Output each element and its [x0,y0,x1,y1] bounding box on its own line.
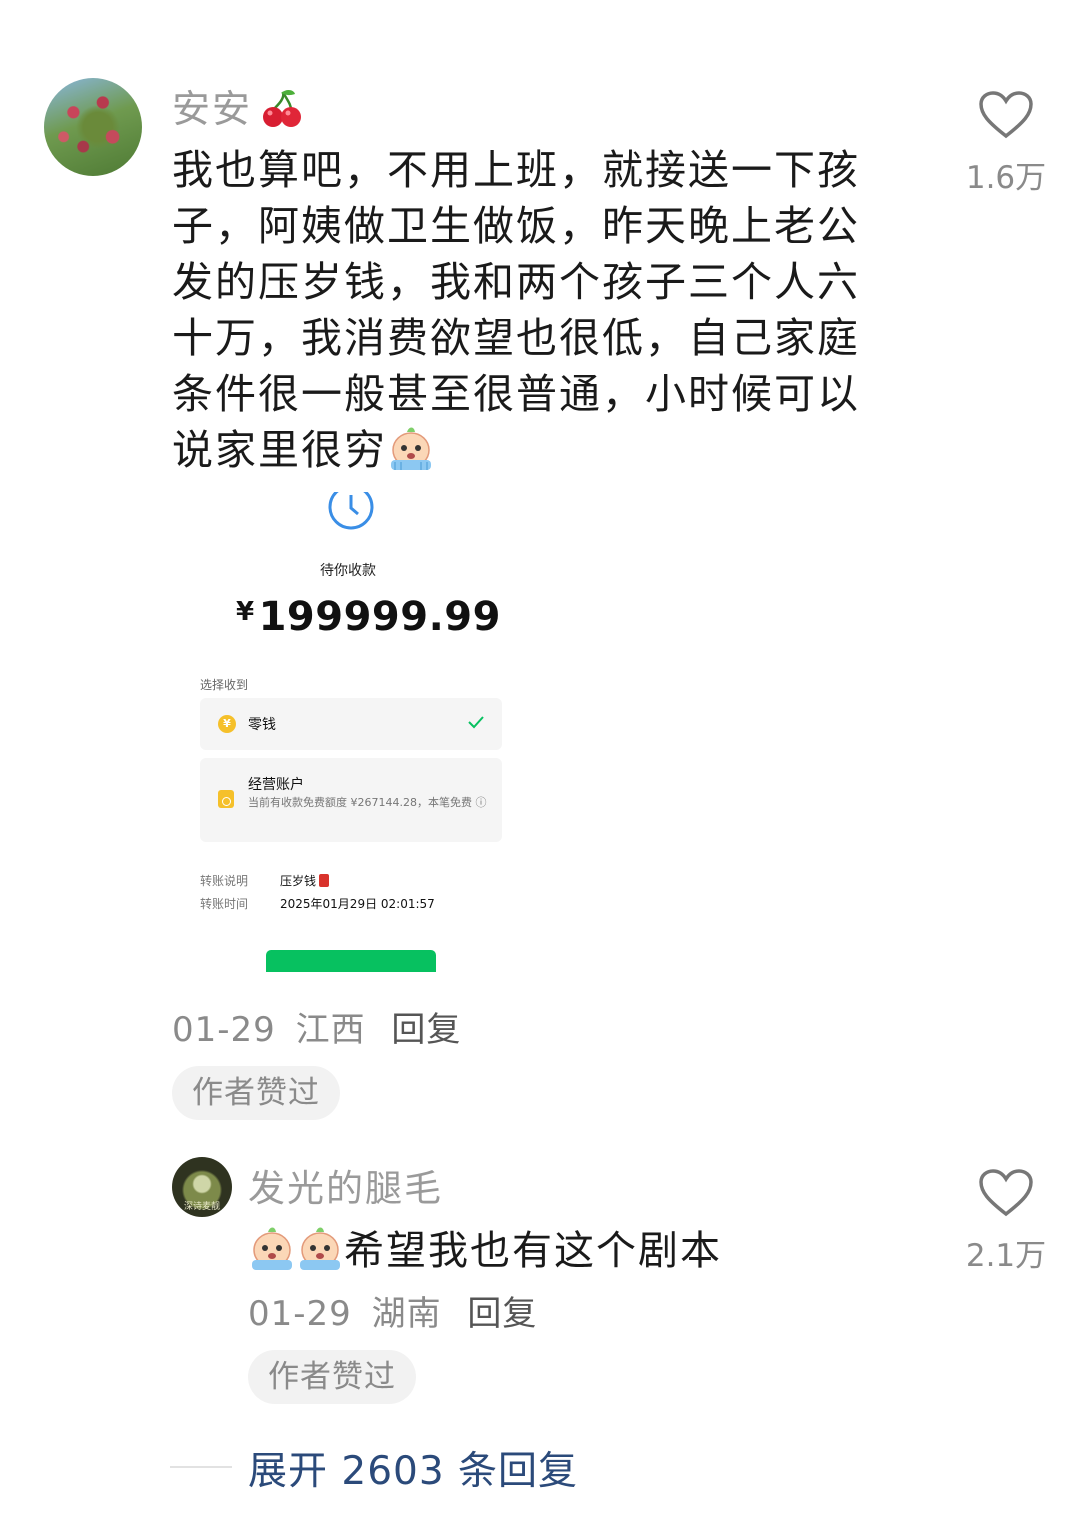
red-envelope-icon [319,874,330,887]
currency-symbol: ¥ [236,597,255,627]
crying-emoji [300,1227,340,1270]
memo-value-row: 压岁钱 [280,872,330,889]
crying-emoji [391,427,431,470]
expand-divider [170,1466,232,1468]
reply-like-count: 2.1万 [965,1238,1047,1274]
pending-label: 待你收款 [320,563,376,579]
reply-like[interactable]: 2.1万 [946,1168,1066,1275]
comment-text: 我也算吧，不用上班，就接送一下孩子，阿姨做卫生做饭，昨天晚上老公发的压岁钱，我和… [172,146,860,474]
commenter-avatar[interactable] [44,78,142,176]
reply-reply-button[interactable]: 回复 [467,1294,537,1334]
choose-label: 选择收到 [200,678,249,692]
memo-value: 压岁钱 [280,874,317,888]
reply-text: 希望我也有这个剧本 [344,1228,722,1274]
expand-replies-button[interactable]: 展开 2603 条回复 [248,1440,578,1496]
comment-location: 江西 [295,1010,366,1050]
comment-meta: 01-29 江西 回复 [172,1002,461,1051]
reply-avatar[interactable]: 深诗麦靓 [172,1157,232,1217]
reply-date: 01-29 [248,1294,352,1334]
comment-like[interactable]: 1.6万 [946,90,1066,197]
comment-body: 我也算吧，不用上班，就接送一下孩子，阿姨做卫生做饭，昨天晚上老公发的压岁钱，我和… [172,142,902,478]
comment-author-liked-badge: 作者赞过 [172,1066,340,1120]
receive-button[interactable] [266,950,436,972]
heart-icon[interactable] [978,1168,1034,1218]
reply-body: 希望我也有这个剧本 [248,1218,722,1276]
reply-author-liked-badge: 作者赞过 [248,1350,416,1404]
reply-avatar-text: 深诗麦靓 [183,1202,220,1212]
amount-value: 199999.99 [258,594,501,640]
memo-label: 转账说明 [200,874,249,888]
time-label: 转账时间 [200,897,249,911]
reply-location: 湖南 [371,1294,442,1334]
business-account-label: 经营账户 [248,777,304,793]
option-balance-label: 零钱 [248,717,276,733]
commenter-name-row: 安安 [172,78,303,133]
time-value: 2025年01月29日 02:01:57 [280,897,435,911]
coin-icon: ¥ [218,715,236,733]
check-icon [468,716,484,729]
option-balance[interactable]: ¥ 零钱 [200,698,502,750]
transfer-amount: ¥199999.99 [236,594,501,640]
cherry-emoji [263,90,302,127]
option-business-account[interactable]: 经营账户 当前有收款免费额度 ¥267144.28，本笔免费 ⓘ [200,758,502,842]
business-account-icon [218,790,234,808]
commenter-username[interactable]: 安安 [172,87,252,131]
heart-icon[interactable] [978,90,1034,140]
comment-like-count: 1.6万 [965,160,1047,196]
comment-reply-button[interactable]: 回复 [391,1010,461,1050]
crying-emoji [252,1227,292,1270]
business-account-desc: 当前有收款免费额度 ¥267144.28，本笔免费 ⓘ [248,796,487,809]
comment-date: 01-29 [172,1010,276,1050]
reply-username[interactable]: 发光的腿毛 [248,1158,443,1212]
payment-screenshot[interactable]: 待你收款 ¥199999.99 选择收到 ¥ 零钱 经营账户 当前有收款免费额度… [172,478,532,972]
reply-meta: 01-29 湖南 回复 [248,1286,537,1335]
clock-icon [326,482,376,530]
